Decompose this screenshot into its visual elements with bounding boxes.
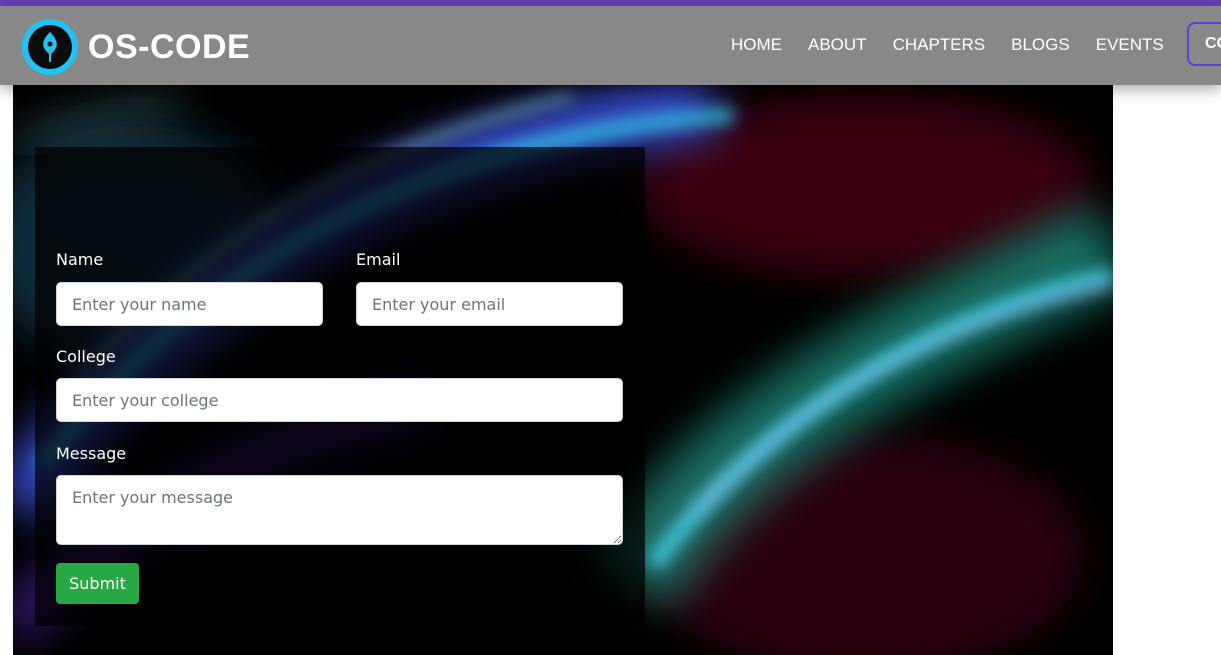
college-input[interactable]	[56, 378, 623, 422]
college-label: College	[56, 347, 116, 366]
navbar: OS-CODE HOME ABOUT CHAPTERS BLOGS EVENTS…	[0, 6, 1221, 85]
nav-item-home[interactable]: HOME	[731, 35, 782, 55]
email-label: Email	[356, 250, 401, 269]
contact-form: Name Email College Message Submit	[35, 147, 645, 626]
nav-item-about[interactable]: ABOUT	[808, 35, 867, 55]
message-textarea[interactable]	[56, 475, 623, 545]
nav-item-blogs[interactable]: BLOGS	[1011, 35, 1070, 55]
nav-item-events[interactable]: EVENTS	[1096, 35, 1164, 55]
name-label: Name	[56, 250, 104, 269]
email-input[interactable]	[356, 282, 623, 326]
brand-name: OS-CODE	[88, 27, 251, 66]
nav-item-chapters[interactable]: CHAPTERS	[893, 35, 986, 55]
submit-button[interactable]: Submit	[56, 563, 139, 604]
brand[interactable]: OS-CODE	[22, 19, 250, 75]
message-label: Message	[56, 444, 127, 463]
name-input[interactable]	[56, 282, 323, 326]
nav-menu: HOME ABOUT CHAPTERS BLOGS EVENTS	[731, 35, 1164, 55]
quill-pen-icon	[22, 19, 78, 75]
contact-button[interactable]: CO	[1187, 22, 1221, 66]
